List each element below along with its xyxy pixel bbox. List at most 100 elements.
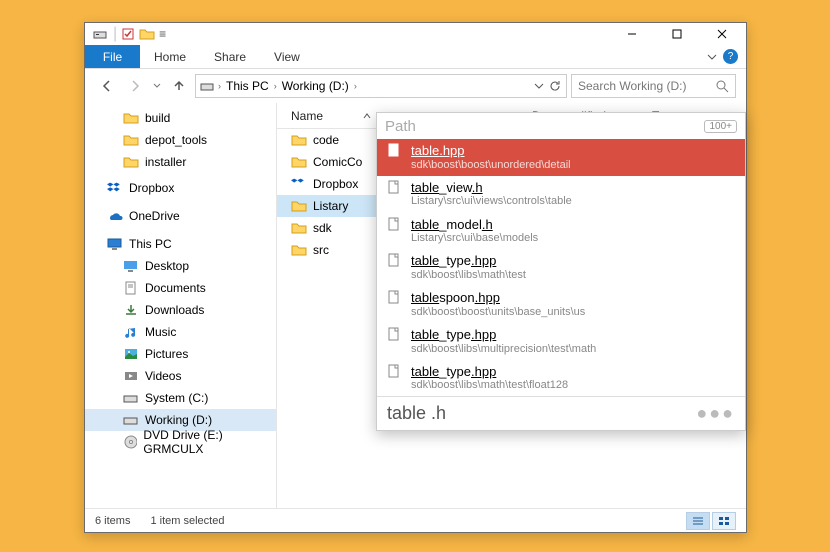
sort-asc-icon: [363, 113, 371, 119]
result-path: sdk\boost\boost\unordered\detail: [411, 159, 571, 172]
view-details-button[interactable]: [686, 512, 710, 530]
quick-access-toolbar: | ≡: [87, 25, 166, 43]
sidebar-item-label: Downloads: [145, 303, 204, 317]
videos-icon: [123, 369, 139, 383]
listary-result-row[interactable]: table_type.hppsdk\boost\libs\math\test\f…: [377, 360, 745, 397]
listary-result-row[interactable]: table_type.hppsdk\boost\libs\multiprecis…: [377, 323, 745, 360]
folder-icon[interactable]: [139, 27, 155, 41]
view-icons-button[interactable]: [712, 512, 736, 530]
ribbon-tab-share[interactable]: Share: [200, 45, 260, 68]
drive-icon: [93, 27, 109, 41]
folder-icon: [123, 111, 139, 125]
sidebar-item-dropbox[interactable]: Dropbox: [85, 177, 276, 199]
file-name: src: [313, 243, 329, 257]
file-icon: [387, 327, 401, 343]
sidebar-item[interactable]: Music: [85, 321, 276, 343]
sidebar-item[interactable]: DVD Drive (E:) GRMCULX: [85, 431, 276, 453]
refresh-icon[interactable]: [548, 79, 562, 93]
status-selected: 1 item selected: [150, 515, 224, 527]
maximize-button[interactable]: [654, 23, 699, 45]
chevron-right-icon[interactable]: ›: [218, 81, 221, 91]
file-icon: [387, 143, 401, 159]
help-icon[interactable]: ?: [723, 49, 738, 64]
search-input[interactable]: Search Working (D:): [571, 74, 736, 98]
onedrive-icon: [107, 209, 123, 223]
dropbox-icon: [107, 181, 123, 195]
ribbon-tab-home[interactable]: Home: [140, 45, 200, 68]
sidebar-item[interactable]: build: [85, 107, 276, 129]
file-name: Dropbox: [313, 177, 358, 191]
chevron-right-icon[interactable]: ›: [274, 81, 277, 91]
sidebar-item[interactable]: Pictures: [85, 343, 276, 365]
dropbox-icon: [291, 177, 307, 191]
result-path: Listary\src\ui\base\models: [411, 232, 538, 245]
result-title: table_type.hpp: [411, 364, 568, 380]
sidebar-item-onedrive[interactable]: OneDrive: [85, 205, 276, 227]
drive-icon: [123, 391, 139, 405]
breadcrumb-thispc[interactable]: This PC: [223, 79, 272, 93]
result-title: table_view.h: [411, 180, 572, 196]
sidebar-item-thispc[interactable]: This PC: [85, 233, 276, 255]
listary-query-bar[interactable]: table .h ●●●: [377, 396, 745, 430]
file-icon: [387, 364, 401, 380]
sidebar-item[interactable]: Desktop: [85, 255, 276, 277]
history-dropdown-icon[interactable]: [151, 74, 163, 98]
sidebar-item[interactable]: Videos: [85, 365, 276, 387]
sidebar-item-label: Pictures: [145, 347, 188, 361]
sidebar-item-label: Working (D:): [145, 413, 212, 427]
drive-icon: [123, 413, 139, 427]
result-title: table_model.h: [411, 217, 538, 233]
listary-result-row[interactable]: table_type.hppsdk\boost\libs\math\test: [377, 249, 745, 286]
close-button[interactable]: [699, 23, 744, 45]
sidebar-item[interactable]: Documents: [85, 277, 276, 299]
ribbon-tab-view[interactable]: View: [260, 45, 314, 68]
folder-icon: [123, 155, 139, 169]
forward-button[interactable]: [123, 74, 147, 98]
up-button[interactable]: [167, 74, 191, 98]
ribbon-tab-file[interactable]: File: [85, 45, 140, 68]
listary-result-row[interactable]: table.hppsdk\boost\boost\unordered\detai…: [377, 139, 745, 176]
more-icon[interactable]: ●●●: [696, 403, 735, 424]
folder-icon: [291, 155, 307, 169]
result-path: sdk\boost\libs\math\test\float128: [411, 379, 568, 392]
result-title: table_type.hpp: [411, 253, 526, 269]
search-icon[interactable]: [716, 80, 729, 93]
sidebar-item-label: Desktop: [145, 259, 189, 273]
breadcrumb-working[interactable]: Working (D:): [279, 79, 352, 93]
listary-result-row[interactable]: tablespoon.hppsdk\boost\boost\units\base…: [377, 286, 745, 323]
result-path: Listary\src\ui\views\controls\table: [411, 195, 572, 208]
chevron-right-icon[interactable]: ›: [354, 81, 357, 91]
search-placeholder: Search Working (D:): [578, 79, 686, 93]
result-path: sdk\boost\libs\math\test: [411, 269, 526, 282]
address-bar[interactable]: › This PC › Working (D:) ›: [195, 74, 567, 98]
listary-query-text: table .h: [387, 403, 446, 424]
desktop-icon: [123, 259, 139, 273]
qat-dropdown-icon[interactable]: ≡: [159, 27, 166, 41]
minimize-button[interactable]: [609, 23, 654, 45]
sidebar-item[interactable]: installer: [85, 151, 276, 173]
sidebar-item[interactable]: Downloads: [85, 299, 276, 321]
sidebar-item-label: This PC: [129, 237, 172, 251]
folder-icon: [291, 133, 307, 147]
file-icon: [387, 253, 401, 269]
sidebar-item-label: installer: [145, 155, 186, 169]
folder-icon: [123, 133, 139, 147]
properties-icon[interactable]: [121, 27, 135, 41]
status-bar: 6 items 1 item selected: [85, 508, 746, 532]
listary-result-row[interactable]: table_view.hListary\src\ui\views\control…: [377, 176, 745, 213]
ribbon-expand-icon[interactable]: [707, 52, 717, 62]
downloads-icon: [123, 303, 139, 317]
sidebar-item[interactable]: System (C:): [85, 387, 276, 409]
back-button[interactable]: [95, 74, 119, 98]
music-icon: [123, 325, 139, 339]
sidebar[interactable]: build depot_tools installer Dropbox OneD…: [85, 103, 277, 508]
listary-header: Path 100+: [377, 113, 745, 139]
address-dropdown-icon[interactable]: [532, 79, 546, 93]
listary-popup: Path 100+ table.hppsdk\boost\boost\unord…: [376, 112, 746, 431]
file-name: Listary: [313, 199, 348, 213]
sidebar-item[interactable]: depot_tools: [85, 129, 276, 151]
result-title: table_type.hpp: [411, 327, 596, 343]
listary-result-row[interactable]: table_model.hListary\src\ui\base\models: [377, 213, 745, 250]
file-name: code: [313, 133, 339, 147]
file-icon: [387, 217, 401, 233]
